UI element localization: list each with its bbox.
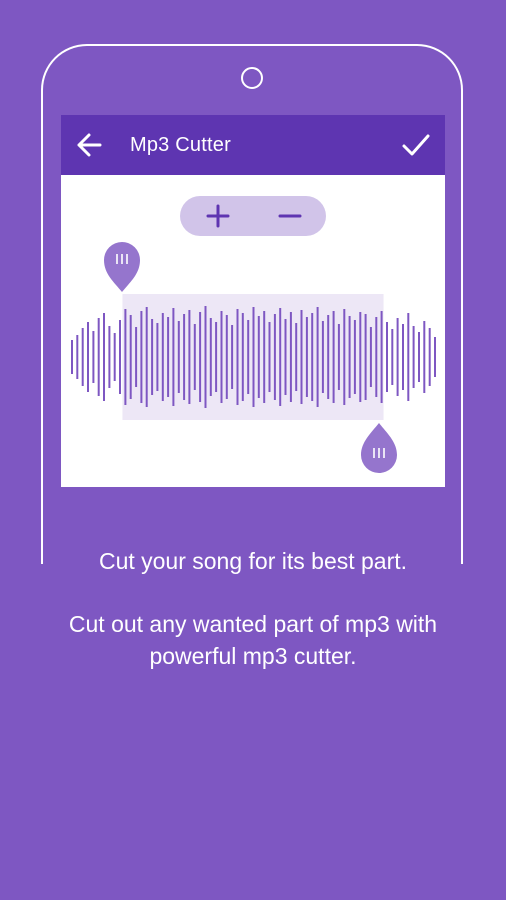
zoom-out-button[interactable] [276, 202, 304, 230]
start-handle[interactable] [104, 242, 140, 292]
app-bar: Mp3 Cutter [61, 115, 445, 175]
confirm-button[interactable] [400, 130, 432, 160]
minus-icon [278, 214, 302, 218]
app-screen: Mp3 Cutter [61, 115, 445, 487]
caption-body-line-2: powerful mp3 cutter. [149, 643, 357, 669]
zoom-in-button[interactable] [204, 202, 232, 230]
end-handle[interactable] [361, 423, 397, 473]
caption-headline: Cut your song for its best part. [98, 548, 408, 574]
back-button[interactable] [75, 131, 103, 159]
zoom-controls [180, 196, 326, 236]
arrow-left-icon [77, 133, 102, 157]
caption-body-line-1: Cut out any wanted part of mp3 with [68, 611, 438, 637]
phone-camera [241, 67, 263, 89]
plus-icon [206, 204, 230, 228]
waveform[interactable] [61, 240, 445, 487]
app-title: Mp3 Cutter [130, 134, 231, 156]
check-icon [402, 134, 430, 156]
